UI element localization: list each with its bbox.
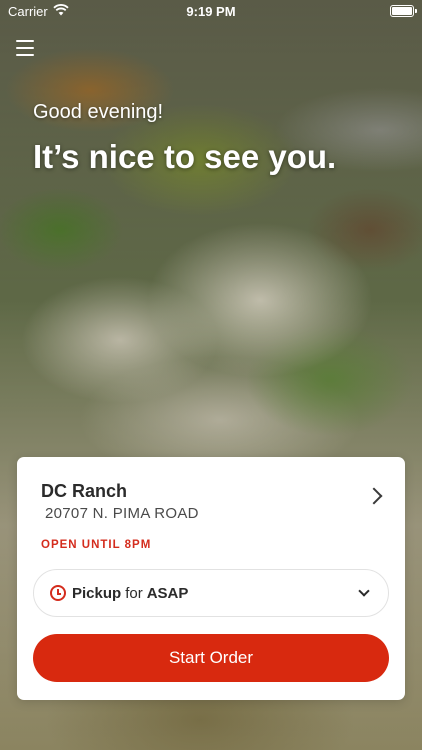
location-address: 20707 N. PIMA ROAD (45, 505, 199, 522)
open-status-label: OPEN UNTIL 8PM (41, 539, 152, 551)
order-mode-select[interactable]: Pickup for ASAP (33, 569, 389, 617)
order-time-value: ASAP (146, 584, 189, 602)
battery-icon (390, 5, 417, 17)
chevron-down-icon (358, 585, 370, 597)
headline-text: It’s nice to see you. (33, 138, 337, 175)
order-mode-value: Pickup (72, 584, 122, 602)
start-order-button[interactable]: Start Order (33, 634, 389, 682)
order-mode-text: Pickup for ASAP (72, 585, 188, 602)
clock-icon (50, 585, 66, 601)
order-mode-connector: for (125, 584, 143, 602)
order-card: DC Ranch 20707 N. PIMA ROAD OPEN UNTIL 8… (17, 457, 405, 700)
menu-icon[interactable] (16, 40, 34, 56)
status-time: 9:19 PM (186, 3, 236, 19)
carrier-label: Carrier (8, 3, 48, 19)
location-selector[interactable]: DC Ranch 20707 N. PIMA ROAD (17, 457, 405, 537)
wifi-icon (53, 3, 69, 19)
greeting-text: Good evening! (33, 101, 164, 123)
status-bar: Carrier 9:19 PM (0, 0, 422, 22)
location-name: DC Ranch (41, 481, 128, 501)
chevron-right-icon (365, 487, 383, 505)
